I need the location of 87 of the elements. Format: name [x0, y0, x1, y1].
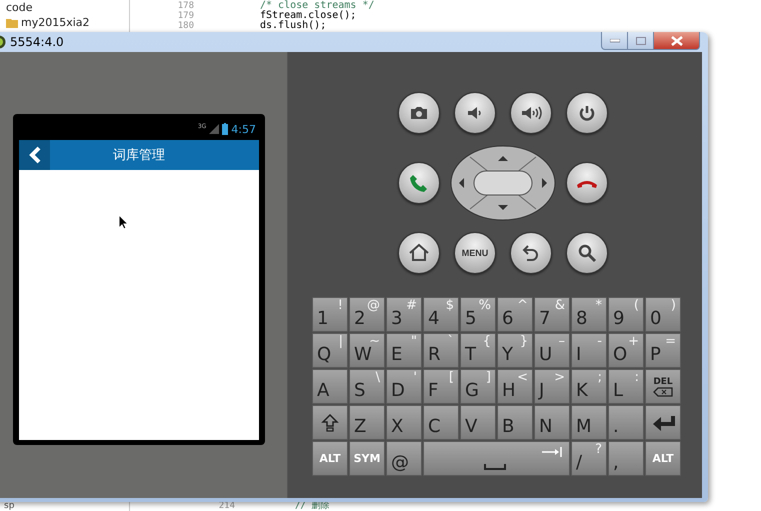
back-button[interactable]: [510, 232, 552, 274]
keyboard-key[interactable]: E ": [386, 333, 422, 368]
enter-icon: [651, 415, 677, 431]
chevron-left-icon: [28, 146, 40, 164]
backspace-icon: [653, 386, 673, 396]
back-button[interactable]: [19, 140, 50, 170]
keyboard-key[interactable]: Q |: [312, 333, 348, 368]
keyboard-key[interactable]: P =: [645, 333, 681, 368]
keyboard-key[interactable]: U –: [534, 333, 570, 368]
camera-button[interactable]: [398, 92, 440, 134]
code-line: /* close streams */: [260, 1, 374, 11]
home-button[interactable]: [398, 232, 440, 274]
space-key[interactable]: [423, 441, 570, 476]
keyboard-key[interactable]: N: [534, 405, 570, 440]
close-button[interactable]: [654, 32, 700, 50]
keyboard-key[interactable]: 5 %: [460, 297, 496, 332]
code-line: ds.flush();: [260, 21, 328, 31]
keyboard-key[interactable]: S \: [349, 369, 385, 404]
tab-icon: [541, 446, 563, 458]
keyboard-key[interactable]: 1 !: [312, 297, 348, 332]
keyboard-key[interactable]: SYM: [349, 441, 385, 476]
keyboard-key[interactable]: F [: [423, 369, 459, 404]
keyboard-key[interactable]: @: [386, 441, 422, 476]
delete-key[interactable]: DEL: [645, 369, 681, 404]
shift-key[interactable]: [312, 405, 348, 440]
enter-key[interactable]: [645, 405, 681, 440]
keyboard-key[interactable]: Y }: [497, 333, 533, 368]
keyboard-key[interactable]: ALT: [645, 441, 681, 476]
call-button[interactable]: [398, 162, 440, 204]
screen-title: 词库管理: [112, 147, 166, 164]
keyboard-key[interactable]: Z: [349, 405, 385, 440]
keyboard-key[interactable]: H <: [497, 369, 533, 404]
volume-down-button[interactable]: [454, 92, 496, 134]
project-item[interactable]: code: [6, 1, 33, 14]
status-time: 4:57: [231, 122, 256, 136]
keyboard-key[interactable]: R `: [423, 333, 459, 368]
keyboard-key[interactable]: X: [386, 405, 422, 440]
keyboard-key[interactable]: 7 &: [534, 297, 570, 332]
maximize-button[interactable]: [628, 32, 654, 50]
hang-up-button[interactable]: [566, 162, 608, 204]
cursor-icon: [118, 214, 128, 230]
keyboard-key[interactable]: 2 @: [349, 297, 385, 332]
power-button[interactable]: [566, 92, 608, 134]
keyboard-key[interactable]: J >: [534, 369, 570, 404]
keyboard-key[interactable]: I -: [571, 333, 607, 368]
keyboard-key[interactable]: 9 (: [608, 297, 644, 332]
project-item[interactable]: my2015xia2: [21, 16, 90, 29]
keyboard-key[interactable]: C: [423, 405, 459, 440]
keyboard-key[interactable]: / ?: [571, 441, 607, 476]
project-item[interactable]: sp: [0, 501, 130, 511]
keyboard-key[interactable]: D ': [386, 369, 422, 404]
keyboard-key[interactable]: G ]: [460, 369, 496, 404]
keyboard-key[interactable]: K ;: [571, 369, 607, 404]
battery-icon: [222, 123, 228, 135]
keyboard-key[interactable]: 3 #: [386, 297, 422, 332]
keyboard-key[interactable]: 8 *: [571, 297, 607, 332]
search-button[interactable]: [566, 232, 608, 274]
signal-icon: [209, 124, 220, 134]
shift-icon: [321, 414, 339, 432]
minimize-icon: [610, 38, 620, 42]
keyboard-key[interactable]: ALT: [312, 441, 348, 476]
keyboard-key[interactable]: A: [312, 369, 348, 404]
line-number: 178: [178, 1, 194, 11]
keyboard-key[interactable]: M: [571, 405, 607, 440]
keyboard-key[interactable]: V: [460, 405, 496, 440]
keyboard-key[interactable]: W ~: [349, 333, 385, 368]
space-icon: [484, 464, 506, 470]
keyboard-key[interactable]: 6 ^: [497, 297, 533, 332]
window-title: 5554:4.0: [10, 35, 64, 49]
close-icon: [670, 36, 682, 46]
folder-icon: [6, 18, 18, 28]
dpad[interactable]: [450, 145, 556, 221]
keyboard-key[interactable]: ,: [608, 441, 644, 476]
keyboard-key[interactable]: B: [497, 405, 533, 440]
volume-up-button[interactable]: [510, 92, 552, 134]
maximize-icon: [636, 36, 646, 44]
line-number: 180: [178, 21, 194, 31]
menu-button[interactable]: MENU: [454, 232, 496, 274]
keyboard-key[interactable]: L :: [608, 369, 644, 404]
keyboard-key[interactable]: T {: [460, 333, 496, 368]
minimize-button[interactable]: [601, 32, 628, 50]
line-number: 179: [178, 11, 194, 21]
code-line: fStream.close();: [260, 11, 358, 21]
keyboard-key[interactable]: .: [608, 405, 644, 440]
keyboard-key[interactable]: 0 ): [645, 297, 681, 332]
keyboard-key[interactable]: 4 $: [423, 297, 459, 332]
keyboard-key[interactable]: O +: [608, 333, 644, 368]
